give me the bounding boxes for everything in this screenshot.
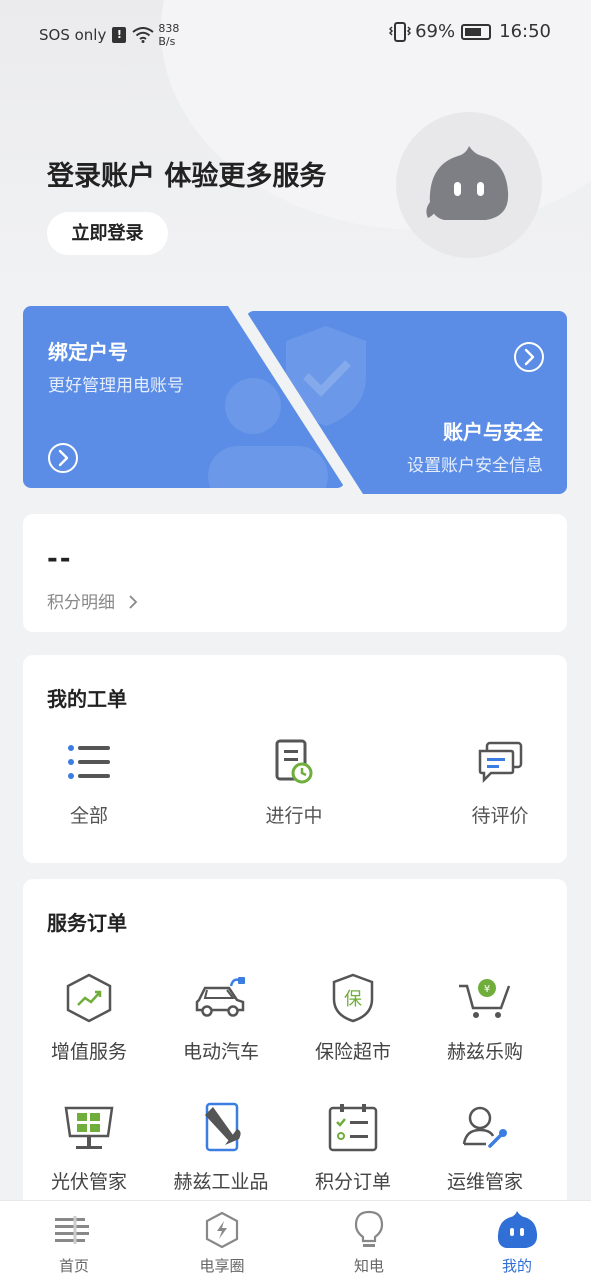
service-hertz-shop[interactable]: ¥ 赫兹乐购	[419, 969, 551, 1064]
chat-icon	[478, 741, 523, 783]
speed-unit: B/s	[158, 35, 176, 48]
list-icon	[68, 745, 110, 779]
service-electric-car[interactable]: 电动汽车	[155, 969, 287, 1064]
svg-text:保: 保	[344, 989, 362, 1010]
document-clock-icon	[275, 739, 313, 784]
tab-knowledge[interactable]: 知电	[309, 1209, 429, 1276]
arrow-circle-icon[interactable]	[47, 442, 79, 474]
vibrate-icon	[389, 21, 412, 42]
points-checklist-icon	[328, 1104, 378, 1152]
service-solar[interactable]: 光伏管家	[23, 1099, 155, 1194]
service-insurance-label: 保险超市	[314, 1041, 391, 1063]
bind-card-title: 绑定户号	[48, 340, 128, 364]
status-bar: SOS only ! 838 B/s 69% 16:50	[0, 0, 591, 66]
service-maintenance-label: 运维管家	[446, 1171, 523, 1193]
tab-knowledge-label: 知电	[353, 1257, 384, 1275]
work-order-in-progress-label: 进行中	[265, 805, 323, 827]
security-card-subtitle: 设置账户安全信息	[407, 456, 543, 476]
service-orders-panel: 服务订单 增值服务 电动汽车 保 保险超市 ¥ 赫兹乐购 光伏管家 赫兹工业品 …	[23, 879, 567, 1219]
shopping-cart-icon: ¥	[459, 979, 511, 1018]
tab-community-label: 电享圈	[199, 1257, 245, 1275]
account-cards: 绑定户号 更好管理用电账号 账户与安全 设置账户安全信息	[23, 306, 567, 494]
home-icon	[55, 1216, 89, 1244]
wifi-icon	[132, 27, 154, 43]
points-panel: -- 积分明细	[23, 514, 567, 632]
service-points-order[interactable]: 积分订单	[287, 1099, 419, 1194]
lightbulb-icon	[354, 1210, 384, 1247]
speed-value: 838	[158, 22, 180, 35]
carrier-text: SOS only	[39, 26, 107, 44]
work-order-in-progress[interactable]: 进行中	[229, 735, 359, 828]
points-detail-label: 积分明细	[47, 593, 115, 613]
svg-text:¥: ¥	[484, 984, 490, 995]
lightning-hexagon-icon	[205, 1211, 239, 1249]
mascot-icon	[497, 1211, 538, 1248]
chevron-right-icon	[129, 595, 138, 609]
service-solar-label: 光伏管家	[50, 1171, 127, 1193]
service-industrial-label: 赫兹工业品	[173, 1171, 269, 1193]
service-points-order-label: 积分订单	[314, 1171, 391, 1193]
service-insurance[interactable]: 保 保险超市	[287, 969, 419, 1064]
battery-icon	[461, 23, 492, 40]
work-order-to-review-label: 待评价	[471, 805, 529, 827]
points-detail-link[interactable]: 积分明细	[47, 588, 140, 613]
tab-home[interactable]: 首页	[14, 1209, 134, 1276]
alert-icon: !	[112, 27, 127, 43]
work-orders-title: 我的工单	[47, 687, 127, 711]
bottom-tab-bar: 首页 电享圈 知电 我的	[0, 1200, 591, 1280]
avatar[interactable]	[396, 112, 542, 258]
security-card-title: 账户与安全	[443, 420, 543, 444]
work-order-all-label: 全部	[69, 805, 108, 827]
work-orders-panel: 我的工单 全部 进行中 待评价	[23, 655, 567, 863]
maintenance-person-icon	[462, 1106, 507, 1148]
service-maintenance[interactable]: 运维管家	[419, 1099, 551, 1194]
tab-home-label: 首页	[58, 1257, 89, 1275]
mascot-avatar-icon	[426, 146, 509, 220]
service-electric-car-label: 电动汽车	[182, 1041, 259, 1063]
work-order-all[interactable]: 全部	[24, 735, 154, 828]
bind-card-subtitle: 更好管理用电账号	[48, 376, 184, 396]
service-orders-title: 服务订单	[47, 911, 127, 935]
work-order-to-review[interactable]: 待评价	[435, 735, 565, 828]
tab-mine-label: 我的	[501, 1257, 532, 1275]
battery-percent: 69%	[415, 21, 456, 42]
tab-mine[interactable]: 我的	[457, 1209, 577, 1276]
solar-panel-icon	[64, 1106, 114, 1149]
service-value-added[interactable]: 增值服务	[23, 969, 155, 1064]
electric-car-icon	[195, 977, 245, 1017]
arrow-circle-icon[interactable]	[513, 341, 545, 373]
tab-community[interactable]: 电享圈	[162, 1209, 282, 1276]
insurance-shield-icon: 保	[332, 973, 374, 1023]
service-hertz-shop-label: 赫兹乐购	[446, 1041, 523, 1063]
clock: 16:50	[499, 21, 551, 42]
points-value: --	[47, 544, 73, 574]
network-speed: 838 B/s	[158, 22, 179, 48]
login-button[interactable]: 立即登录	[47, 212, 168, 255]
growth-hexagon-icon	[66, 973, 112, 1023]
login-title: 登录账户 体验更多服务	[47, 161, 327, 192]
industrial-tools-icon	[205, 1102, 241, 1152]
service-value-added-label: 增值服务	[50, 1041, 127, 1063]
service-industrial[interactable]: 赫兹工业品	[155, 1099, 287, 1194]
